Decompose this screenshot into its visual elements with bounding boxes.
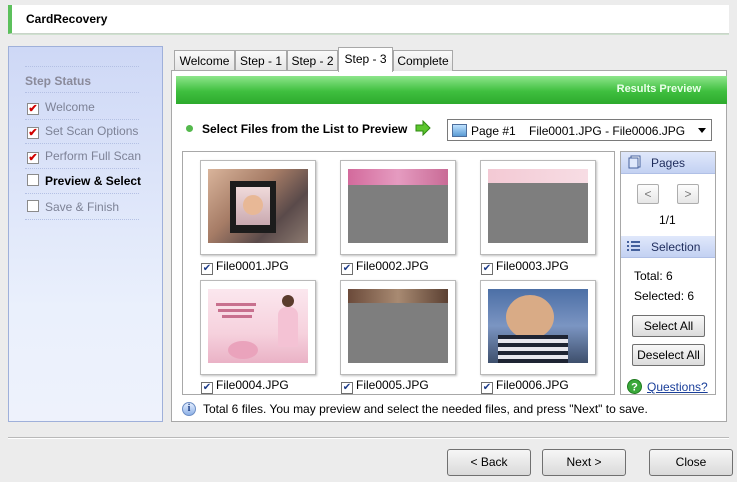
bullet-icon: [186, 125, 193, 132]
tab-step-3[interactable]: Step - 3: [338, 47, 393, 72]
pages-heading: Pages: [651, 156, 686, 170]
file-name: File0005.JPG: [356, 378, 429, 392]
file-name: File0002.JPG: [356, 259, 429, 273]
file-item[interactable]: ✔ File0003.JPG: [481, 259, 569, 275]
checkbox-checked-icon: ✔: [27, 127, 39, 139]
tab-complete[interactable]: Complete: [393, 50, 453, 71]
thumbnail-file0005[interactable]: [340, 280, 456, 375]
file-name: File0003.JPG: [496, 259, 569, 273]
selection-header: Selection: [621, 236, 715, 258]
file-name: File0001.JPG: [216, 259, 289, 273]
checkbox-checked-icon[interactable]: ✔: [201, 263, 213, 275]
file-item[interactable]: ✔ File0001.JPG: [201, 259, 289, 275]
step-save-finish: Save & Finish: [27, 200, 119, 214]
checkbox-checked-icon: ✔: [27, 152, 39, 164]
banner-label: Results Preview: [616, 83, 701, 95]
divider: [25, 168, 139, 170]
step-label: Welcome: [45, 100, 95, 114]
divider: [25, 92, 139, 94]
selected-count: Selected: 6: [634, 289, 695, 303]
image-icon: [452, 124, 467, 137]
pages-icon: [628, 155, 641, 169]
questions-link[interactable]: Questions?: [647, 380, 708, 394]
thumbnail-file0001[interactable]: [200, 160, 316, 255]
step-status-panel: Step Status ✔ Welcome ✔ Set Scan Options ✔…: [8, 46, 163, 422]
checkbox-checked-icon: ✔: [27, 103, 39, 115]
checkbox-unchecked-icon: [27, 174, 39, 186]
thumbnail-file0003[interactable]: [480, 160, 596, 255]
title-underline: [12, 34, 729, 35]
info-icon: i: [182, 402, 196, 416]
checkbox-checked-icon[interactable]: ✔: [481, 382, 493, 394]
photo-thumbnail: [488, 289, 588, 363]
select-prompt: Select Files from the List to Preview: [202, 122, 408, 136]
divider: [25, 193, 139, 195]
file-item[interactable]: ✔ File0002.JPG: [341, 259, 429, 275]
results-preview-banner: Results Preview: [176, 76, 727, 104]
right-arrow-icon: [415, 120, 431, 136]
thumbnail-file0006[interactable]: [480, 280, 596, 375]
title-bar: CardRecovery: [8, 5, 729, 34]
photo-thumbnail: [488, 169, 588, 243]
photo-thumbnail: [348, 169, 448, 243]
divider: [25, 119, 139, 121]
thumbnail-file0002[interactable]: [340, 160, 456, 255]
page-count: 1/1: [659, 213, 676, 227]
deselect-all-button[interactable]: Deselect All: [632, 344, 705, 366]
footer-divider: [8, 437, 729, 439]
page-select-value: Page #1 File0001.JPG - File0006.JPG: [471, 124, 686, 138]
step-label: Save & Finish: [45, 200, 120, 214]
back-button[interactable]: < Back: [447, 449, 531, 476]
step-label: Perform Full Scan: [45, 149, 142, 163]
page-select-dropdown[interactable]: Page #1 File0001.JPG - File0006.JPG: [447, 119, 712, 141]
photo-thumbnail: [208, 289, 308, 363]
file-name: File0006.JPG: [496, 378, 569, 392]
close-button[interactable]: Close: [649, 449, 733, 476]
checkbox-checked-icon[interactable]: ✔: [341, 263, 353, 275]
step-full-scan: ✔ Perform Full Scan: [27, 149, 141, 164]
step-welcome: ✔ Welcome: [27, 100, 95, 115]
select-all-button[interactable]: Select All: [632, 315, 705, 337]
step-scan-options: ✔ Set Scan Options: [27, 124, 138, 139]
step-preview-select: Preview & Select: [27, 174, 141, 188]
chevron-down-icon: [698, 128, 706, 133]
tab-step-1[interactable]: Step - 1: [235, 50, 287, 71]
tab-step-2[interactable]: Step - 2: [287, 50, 338, 71]
next-button[interactable]: Next >: [542, 449, 626, 476]
app-title: CardRecovery: [26, 12, 108, 26]
thumbnail-file0004[interactable]: [200, 280, 316, 375]
side-controls-panel: Pages < > 1/1 Selection Total: 6 Selecte…: [620, 151, 716, 395]
checkbox-checked-icon[interactable]: ✔: [201, 382, 213, 394]
next-page-button[interactable]: >: [677, 184, 699, 204]
pages-header: Pages: [621, 152, 715, 174]
divider: [25, 66, 139, 68]
selection-heading: Selection: [651, 240, 701, 254]
checkbox-unchecked-icon: [27, 200, 39, 212]
step-label: Set Scan Options: [45, 124, 139, 138]
file-item[interactable]: ✔ File0004.JPG: [201, 378, 289, 394]
photo-thumbnail: [348, 289, 448, 363]
tab-welcome[interactable]: Welcome: [174, 50, 235, 71]
svg-text:?: ?: [631, 382, 638, 394]
file-name: File0004.JPG: [216, 378, 289, 392]
list-icon: [627, 241, 640, 251]
checkbox-checked-icon[interactable]: ✔: [481, 263, 493, 275]
prev-page-button[interactable]: <: [637, 184, 659, 204]
file-item[interactable]: ✔ File0006.JPG: [481, 378, 569, 394]
step-label: Preview & Select: [45, 174, 142, 188]
step-status-heading: Step Status: [25, 74, 92, 88]
status-text: Total 6 files. You may preview and selec…: [203, 402, 648, 416]
photo-thumbnail: [208, 169, 308, 243]
checkbox-checked-icon[interactable]: ✔: [341, 382, 353, 394]
help-icon: ?: [627, 379, 642, 394]
total-count: Total: 6: [634, 269, 673, 283]
divider: [25, 219, 139, 221]
divider: [25, 143, 139, 145]
file-item[interactable]: ✔ File0005.JPG: [341, 378, 429, 394]
